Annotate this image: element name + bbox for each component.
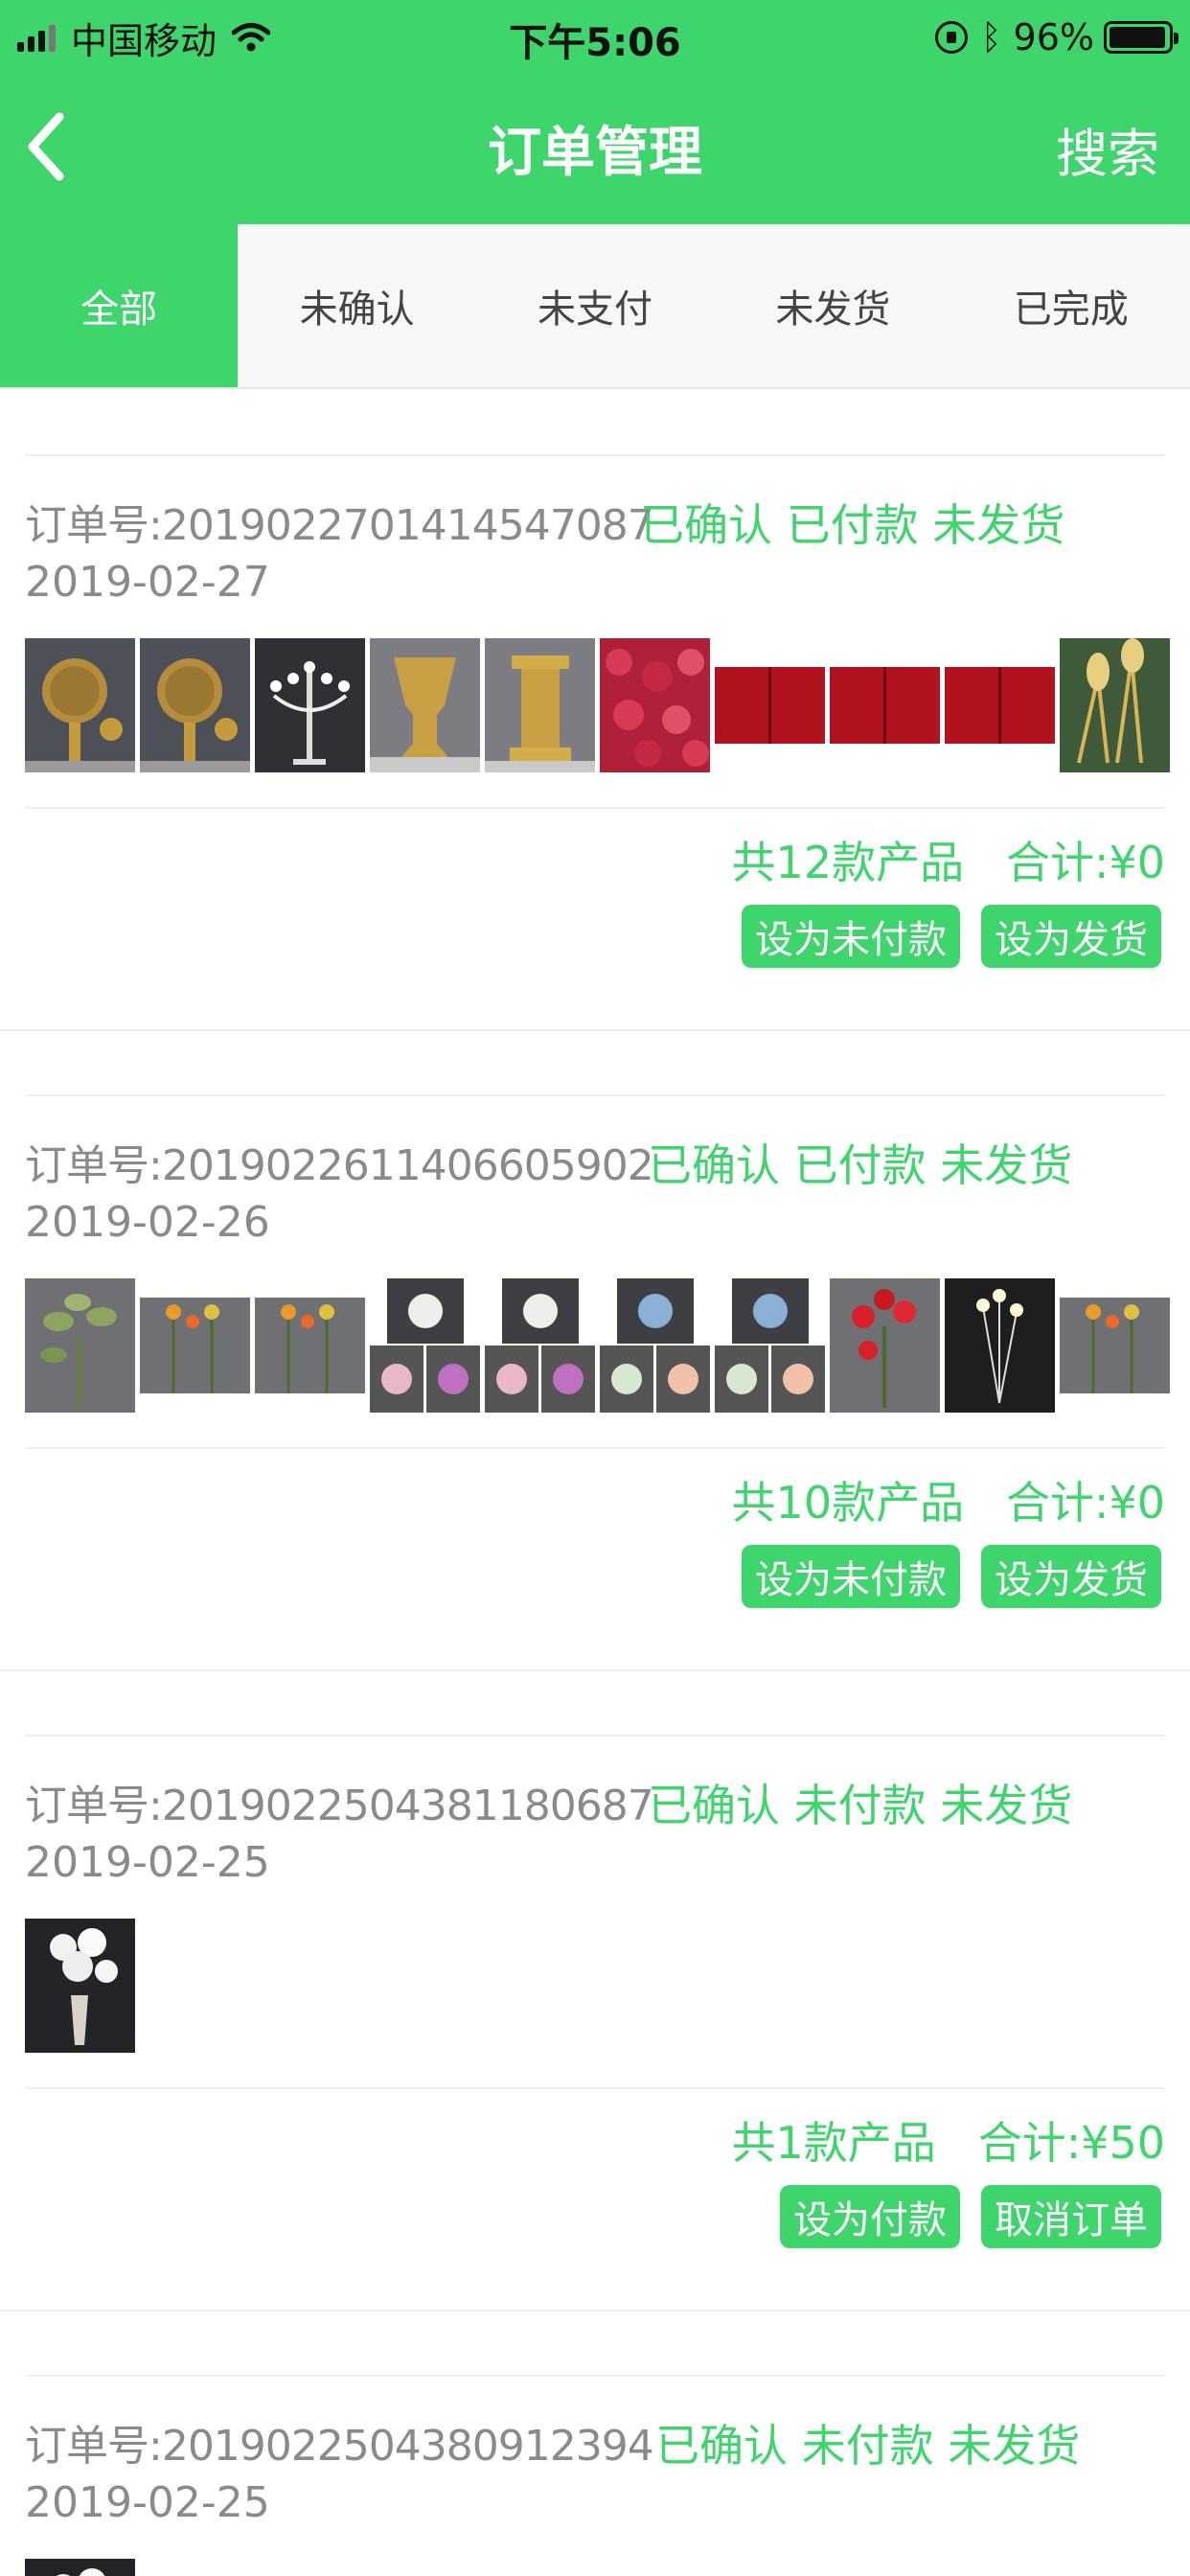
lantern-tree-image[interactable] [25,638,135,772]
set-shipped-button[interactable]: 设为发货 [981,905,1161,968]
order-card[interactable]: 订单号:2019022611406605902 已确认 已付款 未发货 2019… [0,1094,1190,1735]
divider [25,1447,1165,1449]
divider [25,2087,1165,2089]
order-status: 已确认 已付款 未发货 [648,1139,1073,1191]
divider [25,807,1165,809]
card-separator [0,2310,1190,2312]
order-summary: 共12款产品 合计:¥0 [732,828,1165,891]
red-curtain-image[interactable] [715,638,825,772]
order-total: 合计:¥0 [1005,837,1165,888]
divider [25,2375,1165,2377]
order-date: 2019-02-25 [25,1838,270,1887]
set-paid-button[interactable]: 设为付款 [780,2185,960,2248]
gold-column-image[interactable] [485,638,595,772]
set-shipped-button[interactable]: 设为发货 [981,1545,1161,1608]
product-count: 共10款产品 [731,1477,965,1529]
status-bar: 中国移动 下午5:06 ᛒ 96% [0,0,1190,75]
green-flower-image[interactable] [25,1278,135,1413]
candelabra-image[interactable] [255,638,365,772]
tab-bar: 全部 未确认 未支付 未发货 已完成 [0,224,1190,389]
card-separator [0,1029,1190,1031]
white-flower-vase-image[interactable] [25,2559,135,2576]
order-summary: 共1款产品 合计:¥50 [732,2108,1165,2172]
order-number: 订单号:2019022701414547087 [25,501,654,550]
white-flower-vase-image[interactable] [25,1919,135,2053]
nav-bar: 订单管理 搜索 [0,75,1190,224]
lantern-tree-image[interactable] [140,638,250,772]
order-card[interactable]: 订单号:2019022504380912394 已确认 未付款 未发货 2019… [0,2375,1190,2576]
tab-unshipped[interactable]: 未发货 [714,224,951,387]
orange-flower-image[interactable] [255,1278,365,1413]
order-actions: 设为未付款 设为发货 [721,905,1161,968]
red-curtain-image[interactable] [945,638,1055,772]
order-status: 已确认 已付款 未发货 [640,499,1065,551]
gold-lily-stand-image[interactable] [1060,638,1170,772]
rose-petals-image[interactable] [600,638,710,772]
red-flower-image[interactable] [830,1278,940,1413]
divider [25,1735,1165,1736]
product-thumbnails [25,1278,1175,1413]
led-flower-image[interactable] [945,1278,1055,1413]
order-number: 订单号:2019022504380912394 [25,2422,654,2471]
orange-flower-image[interactable] [1060,1278,1170,1413]
tab-all[interactable]: 全部 [0,224,239,387]
order-date: 2019-02-27 [25,558,270,607]
white-purple-flower-image[interactable] [485,1278,595,1413]
order-status: 已确认 未付款 未发货 [648,1780,1073,1831]
tab-unconfirmed[interactable]: 未确认 [238,224,475,387]
order-number: 订单号:2019022504381180687 [25,1782,654,1830]
page-title: 订单管理 [488,122,702,184]
order-card[interactable]: 订单号:2019022701414547087 已确认 已付款 未发货 2019… [0,454,1190,1094]
cancel-order-button[interactable]: 取消订单 [981,2185,1161,2248]
order-date: 2019-02-25 [25,2478,270,2527]
product-count: 共1款产品 [731,2117,936,2169]
set-unpaid-button[interactable]: 设为未付款 [742,1545,960,1608]
orientation-lock-icon [934,21,968,54]
product-count: 共12款产品 [731,837,965,888]
order-status: 已确认 未付款 未发货 [655,2420,1081,2472]
divider [25,1094,1165,1096]
order-summary: 共10款产品 合计:¥0 [732,1468,1165,1531]
white-purple-flower-image[interactable] [370,1278,480,1413]
tab-unpaid[interactable]: 未支付 [476,224,714,387]
search-button[interactable]: 搜索 [1056,111,1159,187]
bluetooth-icon: ᛒ [980,17,1002,58]
product-thumbnails [25,638,1175,772]
card-separator [0,1669,1190,1671]
blue-flower-image[interactable] [715,1278,825,1413]
divider [25,454,1165,456]
order-actions: 设为未付款 设为发货 [721,1545,1161,1608]
orange-flower-image[interactable] [140,1278,250,1413]
order-card[interactable]: 订单号:2019022504381180687 已确认 未付款 未发货 2019… [0,1735,1190,2375]
gold-vase-image[interactable] [370,638,480,772]
order-total: 合计:¥0 [1005,1477,1165,1529]
battery-percent: 96% [1013,16,1094,58]
tab-completed[interactable]: 已完成 [952,224,1190,387]
order-number: 订单号:2019022611406605902 [25,1141,654,1190]
status-right: ᛒ 96% [934,13,1179,61]
blue-flower-image[interactable] [600,1278,710,1413]
product-thumbnails [25,1919,140,2053]
product-thumbnails [25,2559,140,2576]
battery-icon [1104,21,1179,54]
set-unpaid-button[interactable]: 设为未付款 [742,905,960,968]
order-date: 2019-02-26 [25,1198,270,1247]
red-curtain-image[interactable] [830,638,940,772]
order-actions: 设为付款 取消订单 [759,2185,1161,2248]
order-total: 合计:¥50 [977,2117,1165,2169]
